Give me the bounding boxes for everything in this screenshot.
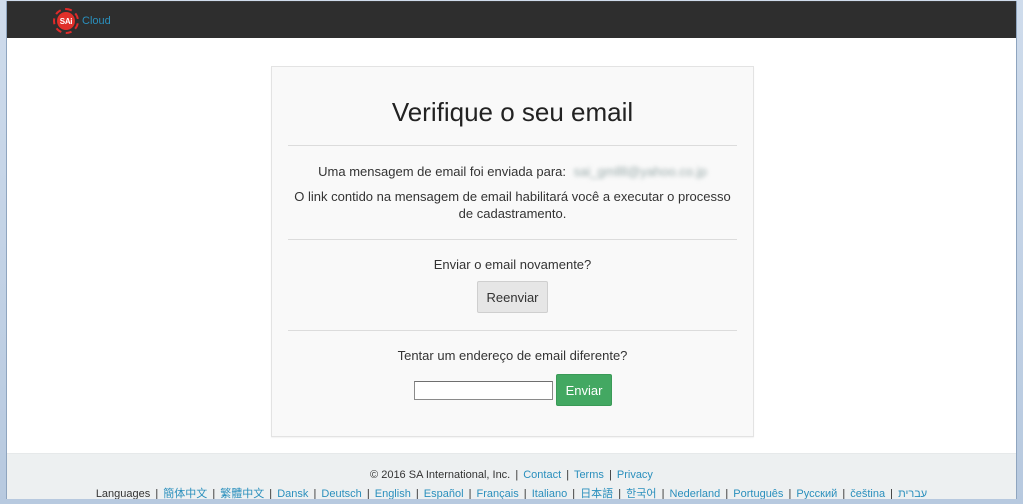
divider — [288, 330, 737, 331]
divider — [288, 239, 737, 240]
separator: | — [366, 488, 370, 499]
language-link-pt[interactable]: Português — [733, 488, 783, 499]
separator: | — [515, 469, 519, 481]
language-link-ko[interactable]: 한국어 — [626, 488, 656, 499]
separator: | — [415, 488, 419, 499]
language-link-ru[interactable]: Русский — [796, 488, 837, 499]
sai-logo-icon: SAi — [53, 8, 79, 34]
separator: | — [890, 488, 894, 499]
privacy-link[interactable]: Privacy — [617, 469, 653, 481]
language-link-de[interactable]: Deutsch — [321, 488, 361, 499]
divider — [288, 145, 737, 146]
footer: © 2016 SA International, Inc. | Contact … — [7, 453, 1016, 499]
separator: | — [608, 469, 612, 481]
top-navbar: SAi Cloud — [7, 1, 1016, 38]
other-email-question: Tentar um endereço de email diferente? — [397, 348, 628, 363]
logo-text: SAi — [57, 12, 75, 30]
sent-message: Uma mensagem de email foi enviada para: … — [272, 164, 753, 179]
brand-text: Cloud — [82, 15, 111, 27]
browser-window-frame: SAi Cloud Verifique o seu email Uma mens… — [0, 0, 1023, 504]
separator: | — [155, 488, 159, 499]
separator: | — [313, 488, 317, 499]
terms-link[interactable]: Terms — [574, 469, 604, 481]
language-selector: Languages | 簡体中文 | 繁體中文 | Dansk | Deutsc… — [7, 485, 1016, 499]
separator: | — [566, 469, 570, 481]
page-viewport: SAi Cloud Verifique o seu email Uma mens… — [6, 1, 1017, 499]
resend-button[interactable]: Reenviar — [477, 281, 548, 313]
separator: | — [725, 488, 729, 499]
separator: | — [618, 488, 622, 499]
language-link-da[interactable]: Dansk — [277, 488, 308, 499]
sent-label: Uma mensagem de email foi enviada para: — [318, 164, 567, 179]
language-link-nl[interactable]: Nederland — [670, 488, 721, 499]
language-link-fr[interactable]: Français — [477, 488, 519, 499]
page-title: Verifique o seu email — [391, 97, 634, 127]
separator: | — [523, 488, 527, 499]
separator: | — [269, 488, 273, 499]
language-link-zh-hant[interactable]: 繁體中文 — [220, 488, 264, 499]
brand-home-link[interactable]: SAi Cloud — [53, 8, 111, 34]
separator: | — [788, 488, 792, 499]
contact-link[interactable]: Contact — [523, 469, 561, 481]
new-email-input[interactable] — [414, 381, 553, 400]
separator: | — [212, 488, 216, 499]
language-link-he[interactable]: עברית — [898, 488, 927, 499]
copyright-text: © 2016 SA International, Inc. — [370, 469, 511, 481]
resend-question: Enviar o email novamente? — [433, 257, 592, 272]
sent-email-address: sai_gmllll@yahoo.co.jp — [573, 164, 707, 179]
languages-label: Languages — [95, 488, 151, 499]
language-link-zh-hans[interactable]: 簡体中文 — [163, 488, 207, 499]
verify-email-card: Verifique o seu email Uma mensagem de em… — [271, 66, 754, 437]
separator: | — [572, 488, 576, 499]
separator: | — [468, 488, 472, 499]
send-button[interactable]: Enviar — [556, 374, 612, 406]
language-link-cs[interactable]: čeština — [850, 488, 885, 499]
language-link-it[interactable]: Italiano — [532, 488, 567, 499]
language-link-ja[interactable]: 日本語 — [580, 488, 613, 499]
language-link-es[interactable]: Español — [424, 488, 464, 499]
separator: | — [842, 488, 846, 499]
language-link-en[interactable]: English — [375, 488, 411, 499]
info-text: O link contido na mensagem de email habi… — [294, 189, 731, 221]
separator: | — [661, 488, 665, 499]
footer-legal: © 2016 SA International, Inc. | Contact … — [7, 469, 1016, 481]
